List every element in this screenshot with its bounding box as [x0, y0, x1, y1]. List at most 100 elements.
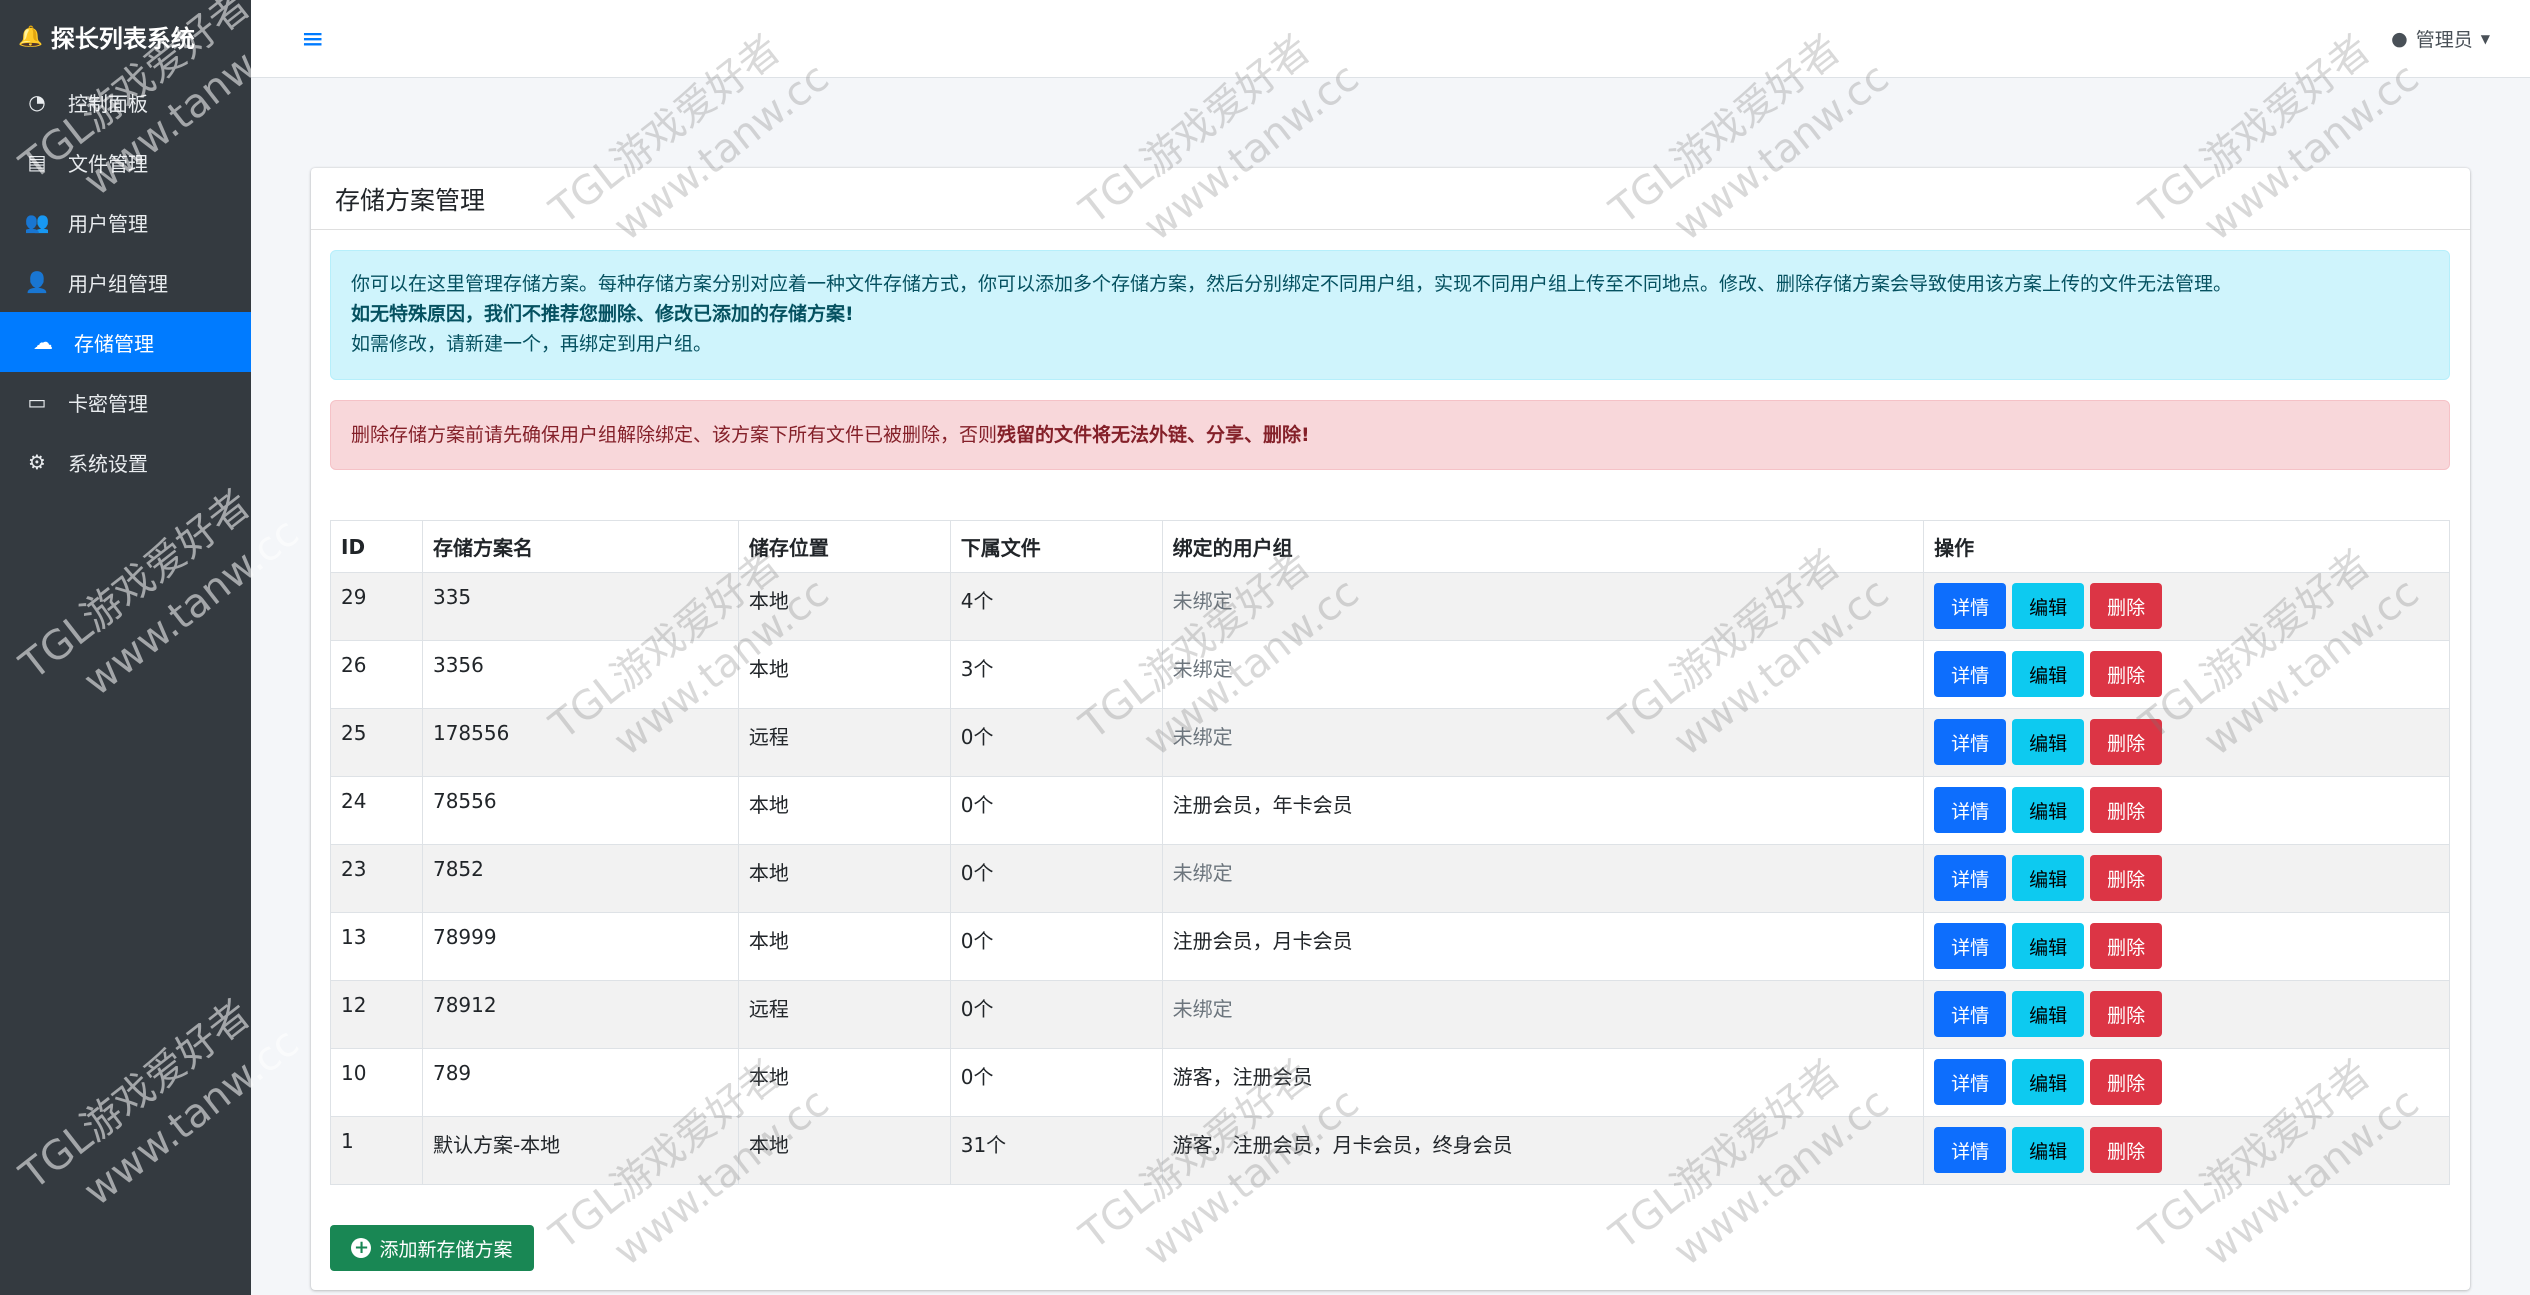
- cell-actions: 详情 编辑 删除: [1923, 980, 2450, 1049]
- cell-id: 13: [330, 912, 423, 981]
- sidebar-item-0[interactable]: ◔ 控制面板: [0, 72, 251, 132]
- cell-name: 78556: [421, 776, 739, 845]
- cell-location: 本地: [737, 912, 951, 981]
- sidebar-item-label: 卡密管理: [68, 391, 148, 416]
- table-row: 23 7852 本地 0个 未绑定 详情 编辑 删除: [330, 844, 2450, 913]
- cell-location: 本地: [737, 572, 951, 641]
- column-header: ID: [330, 520, 423, 573]
- cell-name: 默认方案-本地: [421, 1116, 739, 1185]
- cell-id: 29: [330, 572, 423, 641]
- delete-button[interactable]: 删除: [2090, 1127, 2163, 1173]
- add-storage-button[interactable]: + 添加新存储方案: [330, 1225, 534, 1271]
- column-header: 操作: [1923, 520, 2450, 573]
- cell-actions: 详情 编辑 删除: [1923, 708, 2450, 777]
- cell-id: 26: [330, 640, 423, 709]
- danger-text: 删除存储方案前请先确保用户组解除绑定、该方案下所有文件已被删除，否则: [351, 424, 998, 446]
- edit-button[interactable]: 编辑: [2012, 583, 2085, 629]
- sidebar-nav: ◔ 控制面板 ▤ 文件管理 👥 用户管理 👤 用户组管理 ☁ 存储管理 ▭ 卡密管理 ⚙ 系统设置: [0, 72, 251, 492]
- table-row: 10 789 本地 0个 游客，注册会员 详情 编辑 删除: [330, 1048, 2450, 1117]
- delete-button[interactable]: 删除: [2090, 991, 2163, 1037]
- sidebar-item-4[interactable]: ☁ 存储管理: [0, 312, 251, 372]
- table-header-row: ID 存储方案名 储存位置 下属文件 绑定的用户组 操作: [330, 520, 2450, 573]
- edit-button[interactable]: 编辑: [2012, 991, 2085, 1037]
- detail-button[interactable]: 详情: [1934, 855, 2007, 901]
- edit-button[interactable]: 编辑: [2012, 719, 2085, 765]
- cell-name: 178556: [421, 708, 739, 777]
- cell-name: 335: [421, 572, 739, 641]
- danger-bold: 残留的文件将无法外链、分享、删除!: [997, 424, 1310, 446]
- table-row: 25 178556 远程 0个 未绑定 详情 编辑 删除: [330, 708, 2450, 777]
- sidebar-item-1[interactable]: ▤ 文件管理: [0, 132, 251, 192]
- cell-files: 0个: [949, 1048, 1163, 1117]
- cell-name: 78912: [421, 980, 739, 1049]
- detail-button[interactable]: 详情: [1934, 583, 2007, 629]
- cell-location: 本地: [737, 1116, 951, 1185]
- table-body: 29 335 本地 4个 未绑定 详情 编辑 删除 26 3356 本地 3个 未绑定 详情 编辑 删除 25 1…: [330, 572, 2450, 1185]
- cell-location: 本地: [737, 844, 951, 913]
- topbar: ≡ ● 管理员 ▼: [251, 0, 2530, 78]
- info-line-1: 你可以在这里管理存储方案。每种存储方案分别对应着一种文件存储方式，你可以添加多个…: [351, 273, 2233, 295]
- delete-button[interactable]: 删除: [2090, 719, 2163, 765]
- sidebar-item-5[interactable]: ▭ 卡密管理: [0, 372, 251, 432]
- detail-button[interactable]: 详情: [1934, 923, 2007, 969]
- detail-button[interactable]: 详情: [1934, 787, 2007, 833]
- edit-button[interactable]: 编辑: [2012, 1059, 2085, 1105]
- cell-files: 4个: [949, 572, 1163, 641]
- cell-files: 0个: [949, 776, 1163, 845]
- delete-button[interactable]: 删除: [2090, 583, 2163, 629]
- edit-button[interactable]: 编辑: [2012, 787, 2085, 833]
- cell-id: 23: [330, 844, 423, 913]
- credit-card-icon: ▭: [27, 390, 47, 414]
- cell-name: 789: [421, 1048, 739, 1117]
- delete-button[interactable]: 删除: [2090, 855, 2163, 901]
- detail-button[interactable]: 详情: [1934, 1059, 2007, 1105]
- cell-files: 0个: [949, 844, 1163, 913]
- hamburger-icon[interactable]: ≡: [301, 22, 324, 55]
- cell-name: 78999: [421, 912, 739, 981]
- info-line-3: 如需修改，请新建一个，再绑定到用户组。: [351, 333, 713, 355]
- edit-button[interactable]: 编辑: [2012, 855, 2085, 901]
- info-line-2: 如无特殊原因，我们不推荐您删除、修改已添加的存储方案!: [351, 303, 854, 325]
- cell-groups: 未绑定: [1161, 572, 1925, 641]
- cell-files: 0个: [949, 708, 1163, 777]
- plus-circle-icon: +: [351, 1238, 372, 1258]
- cell-name: 7852: [421, 844, 739, 913]
- cell-groups: 游客，注册会员，月卡会员，终身会员: [1161, 1116, 1925, 1185]
- sidebar-item-2[interactable]: 👥 用户管理: [0, 192, 251, 252]
- edit-button[interactable]: 编辑: [2012, 923, 2085, 969]
- cell-groups: 注册会员，月卡会员: [1161, 912, 1925, 981]
- delete-button[interactable]: 删除: [2090, 1059, 2163, 1105]
- danger-alert: 删除存储方案前请先确保用户组解除绑定、该方案下所有文件已被删除，否则 残留的文件将…: [330, 400, 2450, 470]
- cell-actions: 详情 编辑 删除: [1923, 640, 2450, 709]
- detail-button[interactable]: 详情: [1934, 1127, 2007, 1173]
- detail-button[interactable]: 详情: [1934, 651, 2007, 697]
- sidebar-item-3[interactable]: 👤 用户组管理: [0, 252, 251, 312]
- brand[interactable]: 🔔 探长列表系统: [0, 0, 251, 72]
- cell-id: 12: [330, 980, 423, 1049]
- user-menu[interactable]: ● 管理员 ▼: [2391, 25, 2490, 52]
- delete-button[interactable]: 删除: [2090, 923, 2163, 969]
- delete-button[interactable]: 删除: [2090, 651, 2163, 697]
- sidebar-item-6[interactable]: ⚙ 系统设置: [0, 432, 251, 492]
- cell-groups: 未绑定: [1161, 844, 1925, 913]
- detail-button[interactable]: 详情: [1934, 991, 2007, 1037]
- cell-groups: 注册会员，年卡会员: [1161, 776, 1925, 845]
- gear-icon: ⚙: [28, 450, 46, 474]
- column-header: 储存位置: [737, 520, 951, 573]
- sidebar-item-label: 控制面板: [68, 91, 148, 116]
- detail-button[interactable]: 详情: [1934, 719, 2007, 765]
- cell-location: 本地: [737, 640, 951, 709]
- users-icon: 👥: [24, 210, 50, 234]
- storage-table: ID 存储方案名 储存位置 下属文件 绑定的用户组 操作 29 335 本地 4个 未绑定 详情 编辑…: [330, 520, 2450, 1185]
- column-header: 存储方案名: [421, 520, 739, 573]
- cell-actions: 详情 编辑 删除: [1923, 844, 2450, 913]
- user-menu-label: 管理员: [2415, 29, 2473, 51]
- edit-button[interactable]: 编辑: [2012, 1127, 2085, 1173]
- delete-button[interactable]: 删除: [2090, 787, 2163, 833]
- table-row: 24 78556 本地 0个 注册会员，年卡会员 详情 编辑 删除: [330, 776, 2450, 845]
- table-row: 12 78912 远程 0个 未绑定 详情 编辑 删除: [330, 980, 2450, 1049]
- cell-location: 本地: [737, 776, 951, 845]
- info-alert: 你可以在这里管理存储方案。每种存储方案分别对应着一种文件存储方式，你可以添加多个…: [330, 250, 2450, 380]
- column-header: 下属文件: [949, 520, 1163, 573]
- edit-button[interactable]: 编辑: [2012, 651, 2085, 697]
